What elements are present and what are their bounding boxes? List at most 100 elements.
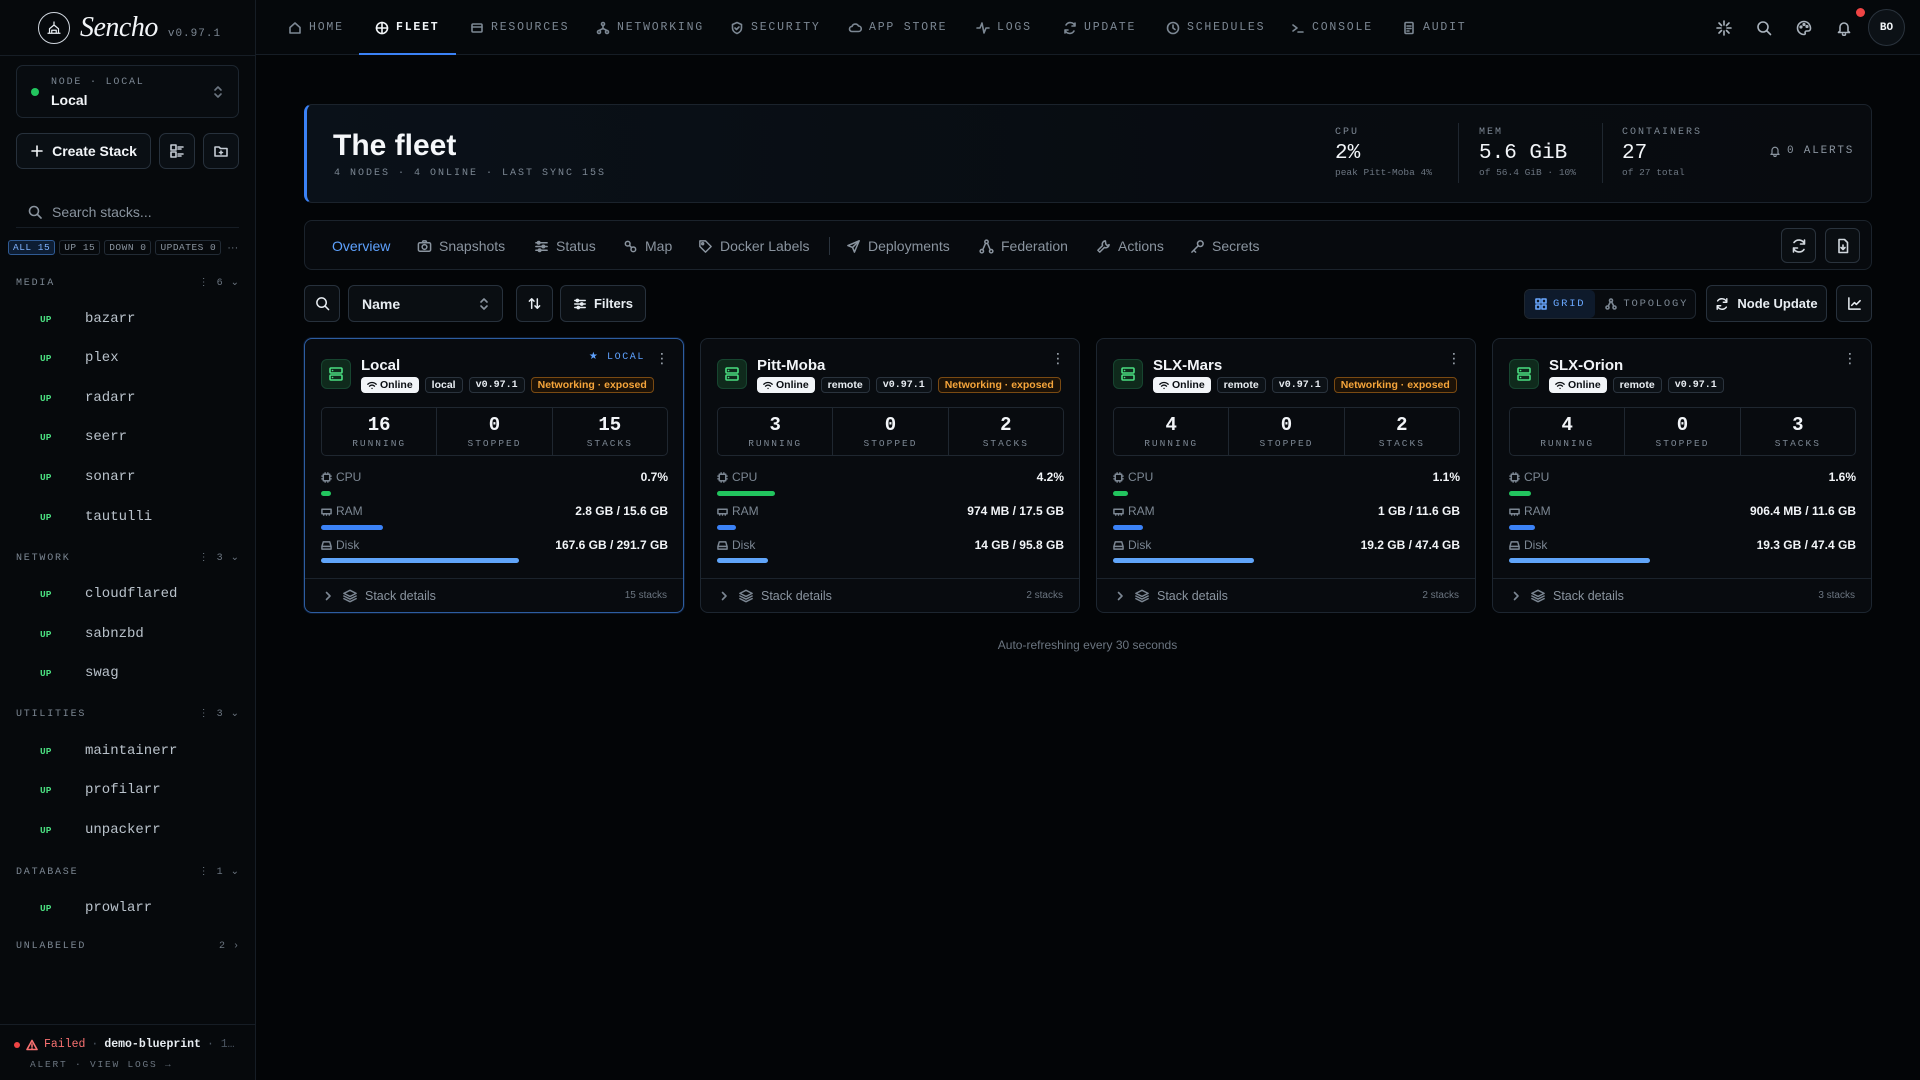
nav-resources[interactable]: RESOURCES xyxy=(470,0,569,55)
count-label: STOPPED xyxy=(1655,438,1710,449)
notifications-button[interactable] xyxy=(1830,14,1858,42)
create-stack-button[interactable]: Create Stack xyxy=(16,133,151,169)
sort-direction-button[interactable] xyxy=(516,285,553,322)
group-menu-icon[interactable]: ⋮ xyxy=(199,708,209,720)
alert-notice[interactable]: Failed · demo-blueprint · 1… xyxy=(14,1038,235,1051)
export-button[interactable] xyxy=(1825,228,1860,263)
alerts-count[interactable]: 0 ALERTS xyxy=(1769,145,1854,157)
tab-actions[interactable]: Actions xyxy=(1096,221,1164,271)
stack-details-toggle[interactable]: Stack details 2 stacks xyxy=(1097,578,1475,612)
chevron-down-icon: ⌄ xyxy=(230,553,239,564)
stack-item-unpackerr[interactable]: UP unpackerr xyxy=(16,815,239,845)
stack-details-toggle[interactable]: Stack details 15 stacks xyxy=(305,578,683,612)
running-count: 16 RUNNING xyxy=(322,408,438,455)
tab-overview[interactable]: Overview xyxy=(332,221,390,271)
tab-deployments[interactable]: Deployments xyxy=(846,221,950,271)
kebab-menu-icon[interactable]: ⋮ xyxy=(655,351,669,365)
home-icon xyxy=(288,21,302,35)
stack-details-toggle[interactable]: Stack details 3 stacks xyxy=(1493,578,1871,612)
more-icon[interactable]: ··· xyxy=(227,242,238,254)
group-network[interactable]: NETWORK ⋮ 3 ⌄ xyxy=(16,550,239,566)
stack-item-profilarr[interactable]: UP profilarr xyxy=(16,775,239,805)
stack-item-prowlarr[interactable]: UP prowlarr xyxy=(16,893,239,923)
filter-up[interactable]: UP 15 xyxy=(59,240,101,255)
nav-schedules[interactable]: SCHEDULES xyxy=(1166,0,1265,55)
node-name: Local xyxy=(361,357,401,374)
filters-button[interactable]: Filters xyxy=(560,285,646,322)
group-utilities[interactable]: UTILITIES ⋮ 3 ⌄ xyxy=(16,706,239,722)
stack-item-seerr[interactable]: UP seerr xyxy=(16,422,239,452)
nav-app-store[interactable]: APP STORE xyxy=(848,0,947,55)
global-search-button[interactable] xyxy=(1750,14,1778,42)
stat-sub: of 27 total xyxy=(1622,167,1685,178)
nav-security[interactable]: SECURITY xyxy=(730,0,821,55)
avatar[interactable]: BO xyxy=(1868,9,1905,46)
search-stacks-input[interactable]: Search stacks... xyxy=(16,196,239,228)
brand[interactable]: Sencho v0.97.1 xyxy=(38,8,221,48)
filter-down[interactable]: DOWN 0 xyxy=(104,240,152,255)
filter-updates[interactable]: UPDATES 0 xyxy=(155,240,222,255)
group-menu-icon[interactable]: ⋮ xyxy=(199,866,209,878)
group-database[interactable]: DATABASE ⋮ 1 ⌄ xyxy=(16,864,239,880)
nav-networking[interactable]: NETWORKING xyxy=(596,0,704,55)
sort-select[interactable]: Name xyxy=(348,285,503,322)
node-card-pitt-moba[interactable]: Pitt-Moba ⋮ Online remote v0.97.1 Networ… xyxy=(700,338,1080,613)
group-menu-icon[interactable]: ⋮ xyxy=(199,277,209,289)
nav-update[interactable]: UPDATE xyxy=(1063,0,1136,55)
tab-map[interactable]: Map xyxy=(623,221,672,271)
stack-item-cloudflared[interactable]: UP cloudflared xyxy=(16,579,239,609)
ram-icon xyxy=(321,506,332,517)
kebab-menu-icon[interactable]: ⋮ xyxy=(1447,351,1461,365)
refresh-button[interactable] xyxy=(1781,228,1816,263)
chevron-down-icon: ⌄ xyxy=(230,867,239,878)
tab-status[interactable]: Status xyxy=(534,221,596,271)
stack-item-bazarr[interactable]: UP bazarr xyxy=(16,304,239,334)
nav-console[interactable]: CONSOLE xyxy=(1291,0,1373,55)
chevron-right-icon xyxy=(323,591,333,601)
node-update-button[interactable]: Node Update xyxy=(1706,285,1827,322)
nav-home[interactable]: HOME xyxy=(288,0,344,55)
cpu-icon xyxy=(717,471,728,483)
stack-details-toggle[interactable]: Stack details 2 stacks xyxy=(701,578,1079,612)
group-menu-icon[interactable]: ⋮ xyxy=(199,552,209,564)
tab-docker-labels[interactable]: Docker Labels xyxy=(698,221,810,271)
theme-button[interactable] xyxy=(1790,14,1818,42)
server-icon xyxy=(717,359,747,389)
count-label: RUNNING xyxy=(748,438,803,449)
nav-fleet[interactable]: FLEET xyxy=(359,0,456,55)
filter-all[interactable]: ALL 15 xyxy=(8,240,56,255)
stack-item-radarr[interactable]: UP radarr xyxy=(16,383,239,413)
stack-item-swag[interactable]: UP swag xyxy=(16,658,239,688)
view-topology[interactable]: TOPOLOGY xyxy=(1595,290,1698,318)
tab-snapshots[interactable]: Snapshots xyxy=(417,221,505,271)
metric-value: 19.2 GB / 47.4 GB xyxy=(1360,538,1460,552)
view-logs-link[interactable]: ALERT · VIEW LOGS → xyxy=(30,1059,173,1070)
sparkle-button[interactable] xyxy=(1710,14,1738,42)
tab-secrets[interactable]: Secrets xyxy=(1190,221,1259,271)
stacks-count: 2 STACKS xyxy=(949,408,1063,455)
group-media[interactable]: MEDIA ⋮ 6 ⌄ xyxy=(16,275,239,291)
nav-logs[interactable]: LOGS xyxy=(976,0,1032,55)
view-grid[interactable]: GRID xyxy=(1525,290,1596,318)
nav-label: CONSOLE xyxy=(1312,21,1373,34)
nav-label: NETWORKING xyxy=(617,21,705,34)
nav-audit[interactable]: AUDIT xyxy=(1402,0,1467,55)
chart-button[interactable] xyxy=(1836,285,1872,322)
stack-item-tautulli[interactable]: UP tautulli xyxy=(16,502,239,532)
list-view-button[interactable] xyxy=(159,133,195,169)
stack-item-plex[interactable]: UP plex xyxy=(16,343,239,373)
server-icon xyxy=(1509,359,1539,389)
node-card-slx-orion[interactable]: SLX-Orion ⋮ Online remote v0.97.1 4 RUNNI… xyxy=(1492,338,1872,613)
tab-federation[interactable]: Federation xyxy=(979,221,1068,271)
stack-item-sonarr[interactable]: UP sonarr xyxy=(16,462,239,492)
search-nodes-button[interactable] xyxy=(304,285,340,322)
kebab-menu-icon[interactable]: ⋮ xyxy=(1051,351,1065,365)
group-unlabeled[interactable]: UNLABELED 2 › xyxy=(16,938,239,954)
node-card-slx-mars[interactable]: SLX-Mars ⋮ Online remote v0.97.1 Network… xyxy=(1096,338,1476,613)
node-selector[interactable]: NODE · LOCAL Local xyxy=(16,65,239,118)
new-folder-button[interactable] xyxy=(203,133,239,169)
stack-item-maintainerr[interactable]: UP maintainerr xyxy=(16,736,239,766)
divider xyxy=(1458,123,1459,183)
node-card-local[interactable]: Local ★ LOCAL ⋮ Online local v0.97.1 Net… xyxy=(304,338,684,613)
kebab-menu-icon[interactable]: ⋮ xyxy=(1843,351,1857,365)
